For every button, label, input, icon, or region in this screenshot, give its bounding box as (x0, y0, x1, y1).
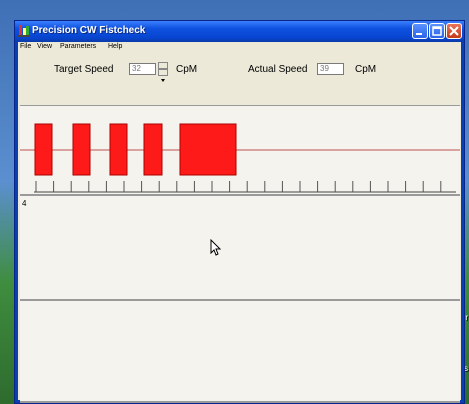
minimize-button[interactable] (412, 23, 428, 39)
decoded-text-panel[interactable]: 4 (20, 195, 460, 300)
morse-element-5 (179, 123, 237, 176)
spin-down-icon (161, 79, 165, 82)
actual-speed-field: 39 (317, 63, 344, 75)
morse-element-2 (72, 123, 91, 176)
menu-file[interactable]: File (20, 43, 31, 50)
timing-scale-ticks (35, 181, 442, 192)
menu-help[interactable]: Help (108, 43, 122, 50)
morse-element-3 (109, 123, 128, 176)
decoded-text: 4 (22, 199, 27, 208)
morse-display-panel (20, 105, 460, 195)
spin-up-button[interactable] (158, 62, 168, 75)
app-icon (18, 24, 30, 38)
target-speed-field[interactable]: 32 (129, 63, 156, 75)
spin-down-button[interactable] (158, 69, 168, 82)
actual-speed-label: Actual Speed (248, 64, 308, 75)
desktop-edge-label-1: r (465, 313, 468, 322)
target-speed-label: Target Speed (54, 64, 114, 75)
lower-panel (20, 300, 460, 402)
menu-view[interactable]: View (37, 43, 52, 50)
window-title: Precision CW Fistcheck (32, 25, 146, 36)
close-button[interactable] (446, 23, 462, 39)
menu-bar: File View Parameters Help (18, 42, 461, 54)
close-icon (449, 26, 459, 36)
title-bar[interactable]: Precision CW Fistcheck (15, 21, 464, 42)
actual-speed-unit: CpM (355, 64, 377, 75)
morse-element-graph (20, 123, 460, 193)
morse-element-1 (34, 123, 53, 176)
maximize-icon (432, 26, 442, 36)
app-window: Precision CW Fistcheck File View Paramet… (14, 20, 465, 404)
minimize-icon (416, 33, 422, 35)
maximize-button[interactable] (429, 23, 445, 39)
mouse-cursor-icon (210, 239, 222, 256)
speed-controls: Target Speed 32 CpM Actual Speed 39 CpM (18, 55, 461, 85)
menu-parameters[interactable]: Parameters (60, 43, 96, 50)
target-speed-spinner[interactable] (158, 62, 168, 82)
target-speed-unit: CpM (176, 64, 198, 75)
status-bar (20, 402, 460, 403)
morse-element-4 (143, 123, 163, 176)
client-area: File View Parameters Help Target Speed 3… (18, 42, 461, 403)
